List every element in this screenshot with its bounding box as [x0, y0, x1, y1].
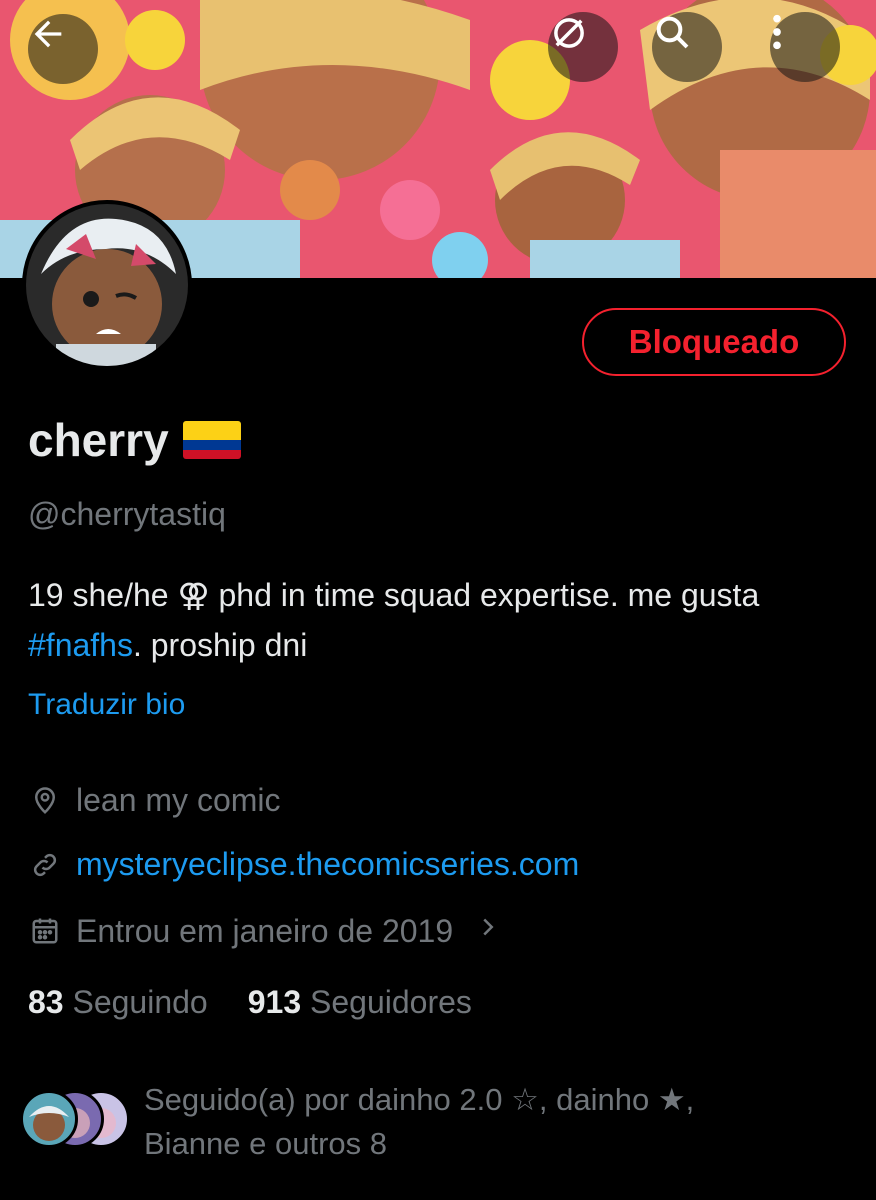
translate-bio-link[interactable]: Traduzir bio	[28, 688, 185, 722]
bio-text-2: . proship dni	[132, 627, 308, 663]
profile-bio: 19 she/he ⚢ phd in time squad expertise.…	[28, 570, 848, 670]
location-pin-icon	[28, 784, 62, 818]
followers-link[interactable]: 913 Seguidores	[248, 984, 472, 1021]
blocked-button[interactable]: Bloqueado	[582, 308, 846, 376]
website-row: mysteryeclipse.thecomicseries.com	[28, 846, 579, 883]
more-options-button[interactable]	[770, 12, 840, 82]
display-name: cherry	[28, 414, 169, 466]
followed-by-line-1: Seguido(a) por dainho 2.0 ☆, dainho ★,	[144, 1082, 695, 1117]
link-icon	[28, 848, 62, 882]
bio-hashtag-link[interactable]: #fnafhs	[28, 627, 133, 663]
joined-row[interactable]: Entrou em janeiro de 2019	[28, 912, 499, 950]
follow-stats: 83 Seguindo 913 Seguidores	[28, 984, 472, 1021]
following-count: 83	[28, 984, 64, 1020]
followers-count: 913	[247, 984, 302, 1020]
followers-label: Seguidores	[310, 984, 472, 1020]
location-text: lean my comic	[76, 782, 281, 818]
followed-by-row[interactable]: Seguido(a) por dainho 2.0 ☆, dainho ★, B…	[20, 1078, 860, 1166]
grok-button[interactable]	[548, 12, 618, 82]
calendar-icon	[28, 914, 62, 948]
search-button[interactable]	[652, 12, 722, 82]
colombia-flag-icon	[182, 421, 241, 459]
location-row: lean my comic	[28, 782, 281, 819]
mutual-avatars	[20, 1078, 132, 1148]
user-handle: @cherrytastiq	[28, 496, 226, 532]
bio-text-1: 19 she/he ⚢ phd in time squad expertise.…	[28, 577, 760, 613]
name-row: cherry	[28, 410, 241, 470]
website-link[interactable]: mysteryeclipse.thecomicseries.com	[76, 846, 579, 883]
chevron-right-icon	[477, 912, 499, 950]
back-button[interactable]	[28, 14, 98, 84]
joined-text: Entrou em janeiro de 2019	[76, 912, 454, 949]
followed-by-line-2: Bianne e outros 8	[144, 1126, 388, 1161]
following-label: Seguindo	[72, 984, 208, 1020]
followed-by-text: Seguido(a) por dainho 2.0 ☆, dainho ★, B…	[144, 1078, 694, 1166]
profile-avatar[interactable]	[22, 200, 192, 370]
avatar-image	[26, 204, 188, 366]
mutual-avatar	[20, 1090, 78, 1148]
following-link[interactable]: 83 Seguindo	[28, 984, 208, 1021]
